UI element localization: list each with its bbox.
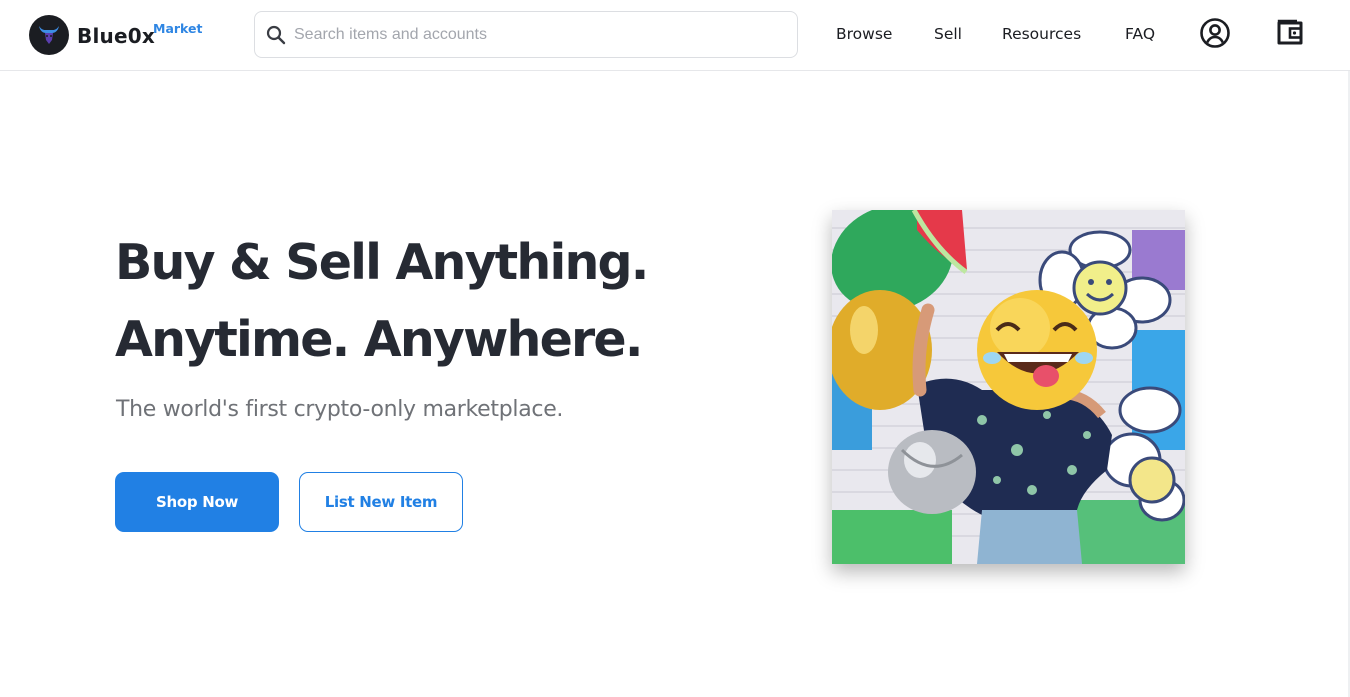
brand-logo-link[interactable]: Blue0x Market <box>29 14 202 56</box>
shop-now-button[interactable]: Shop Now <box>115 472 279 532</box>
top-navbar: Blue0x Market Browse Sell Resources FAQ <box>0 0 1350 71</box>
account-icon[interactable] <box>1198 16 1232 50</box>
hero-photo <box>832 210 1185 564</box>
brand-subtitle: Market <box>153 21 203 36</box>
hero-title-line-1: Buy & Sell Anything. <box>115 234 649 291</box>
search-input[interactable] <box>294 19 774 50</box>
search-icon <box>265 24 287 46</box>
hero-title-line-2: Anytime. Anywhere. <box>115 311 643 368</box>
nav-resources[interactable]: Resources <box>1002 24 1081 44</box>
nav-browse[interactable]: Browse <box>836 24 892 44</box>
hero-title: Buy & Sell Anything. Anytime. Anywhere. <box>115 224 735 378</box>
search-bar <box>254 11 798 58</box>
nav-faq[interactable]: FAQ <box>1125 24 1155 44</box>
nav-sell[interactable]: Sell <box>934 24 962 44</box>
bull-logo-icon <box>29 15 69 55</box>
brand-name: Blue0x <box>77 24 155 48</box>
hero-subtitle: The world's first crypto-only marketplac… <box>116 397 564 422</box>
wallet-icon[interactable] <box>1274 16 1308 50</box>
list-new-item-button[interactable]: List New Item <box>299 472 463 532</box>
